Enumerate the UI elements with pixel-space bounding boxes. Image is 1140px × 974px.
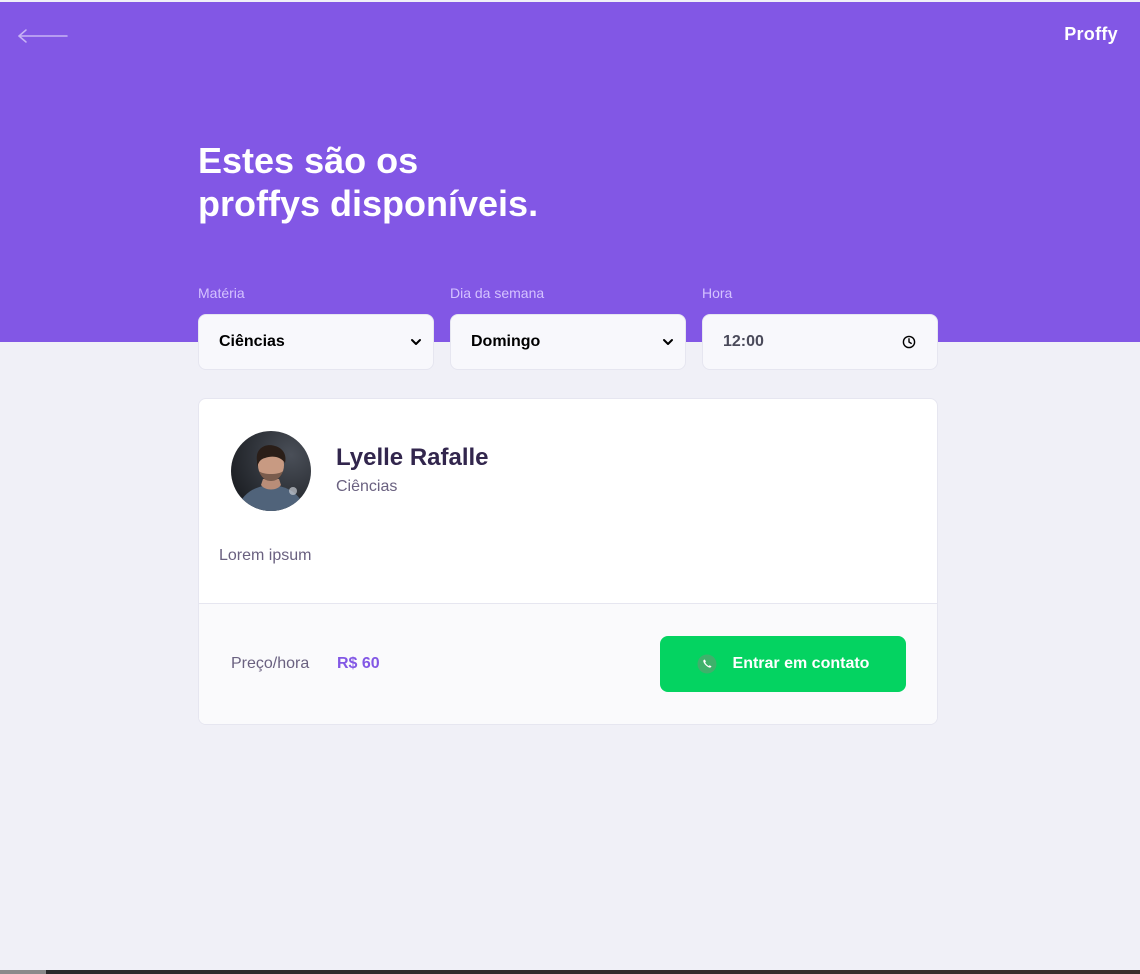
time-input[interactable]: 12:00 [702,314,938,370]
page-title-line-1: Estes são os [198,140,419,181]
logo: Proffy [1064,24,1118,44]
time-input-value: 12:00 [723,333,764,350]
price-value: R$ 60 [337,655,380,672]
contact-button[interactable]: Entrar em contato [660,636,906,692]
page-title: Estes são os proffys disponíveis. [198,139,718,225]
page-header: Proffy Estes são os proffys disponíveis. [0,2,1140,342]
subject-label: Matéria [198,285,245,301]
contact-button-label: Entrar em contato [732,655,870,672]
subject-select[interactable]: Ciências [198,314,434,370]
bottom-strip [0,970,1140,974]
card-footer: Preço/hora R$ 60 Entrar em contato [199,603,937,724]
arrow-left-icon [18,29,68,43]
week-day-label: Dia da semana [450,285,545,301]
subject-select-value: Ciências [219,333,285,350]
back-button[interactable] [16,28,70,44]
week-day-select-value: Domingo [471,333,541,350]
teacher-subject: Ciências [336,478,398,495]
teacher-name: Lyelle Rafalle [336,444,489,471]
clock-icon[interactable] [901,334,917,350]
page-title-line-2: proffys disponíveis. [198,183,539,224]
time-label: Hora [702,285,733,301]
price-label: Preço/hora [231,655,310,672]
teacher-bio: Lorem ipsum [219,547,312,564]
chevron-down-icon [663,339,673,345]
teacher-card: Lyelle Rafalle Ciências Lorem ipsum Preç… [198,398,938,725]
week-day-select[interactable]: Domingo [450,314,686,370]
page: Proffy Estes são os proffys disponíveis.… [0,0,1140,974]
whatsapp-icon [697,654,717,674]
chevron-down-icon [411,339,421,345]
avatar [231,431,311,511]
